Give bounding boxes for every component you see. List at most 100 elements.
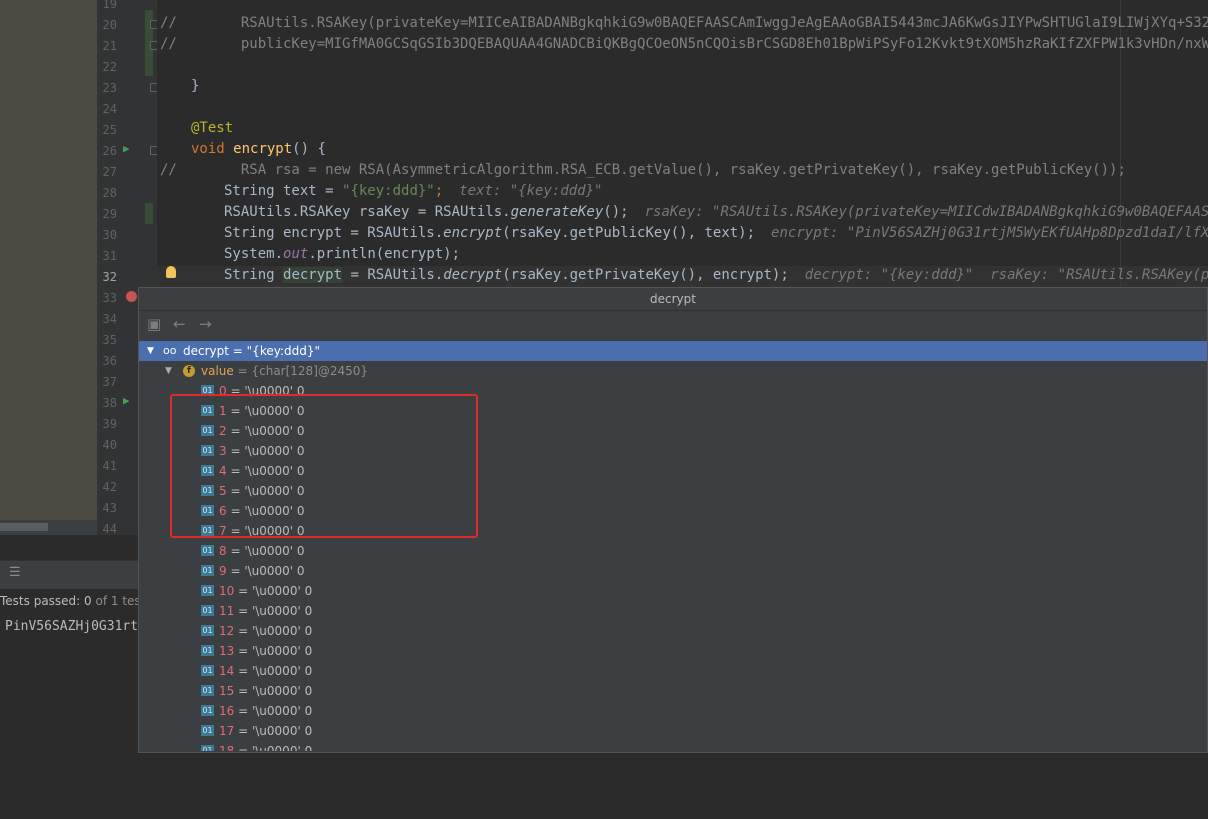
array-element-row[interactable]: 01 2 = '\u0000' 0 [139,421,1207,441]
code-line-29: RSAUtils.RSAKey rsaKey = RSAUtils.genera… [224,204,1208,220]
primitive-value-icon: 01 [201,565,214,576]
array-element-value: = '\u0000' 0 [226,524,305,538]
breakpoint-icon[interactable] [126,291,137,302]
forward-arrow-icon[interactable]: → [199,315,212,333]
back-arrow-icon[interactable]: ← [173,315,186,333]
horizontal-scrollbar[interactable] [0,523,48,531]
array-element-value: = '\u0000' 0 [234,704,313,718]
array-element-row[interactable]: 01 15 = '\u0000' 0 [139,681,1207,701]
line-number: 30 [102,228,117,242]
array-element-index: 5 [219,484,227,498]
tree-row-value[interactable]: ▼ f value = {char[128]@2450} [139,361,1207,381]
primitive-value-icon: 01 [201,645,214,656]
array-element-value: = '\u0000' 0 [226,564,305,578]
array-element-value: = '\u0000' 0 [226,504,305,518]
code-line-32: String decrypt = RSAUtils.decrypt(rsaKey… [224,267,1208,283]
code-line-23: } [191,78,200,94]
line-number: 27 [102,165,117,179]
array-element-row[interactable]: 01 5 = '\u0000' 0 [139,481,1207,501]
line-number: 20 [102,18,117,32]
navigate-icon[interactable]: ▣ [147,315,161,333]
change-marker[interactable] [145,203,153,224]
array-element-index: 13 [219,644,235,658]
settings-sliders-icon[interactable]: ☰ [9,565,21,580]
debug-inspect-popup[interactable]: decrypt ▣ ← → ▼ oo decrypt = "{key:ddd}"… [138,287,1208,753]
popup-toolbar: ▣ ← → [139,311,1207,339]
popup-title[interactable]: decrypt [139,288,1207,311]
array-element-row[interactable]: 01 8 = '\u0000' 0 [139,541,1207,561]
array-element-row[interactable]: 01 6 = '\u0000' 0 [139,501,1207,521]
array-element-row[interactable]: 01 11 = '\u0000' 0 [139,601,1207,621]
array-element-row[interactable]: 01 18 = '\u0000' 0 [139,741,1207,751]
array-element-value: = '\u0000' 0 [234,604,313,618]
primitive-value-icon: 01 [201,605,214,616]
primitive-value-icon: 01 [201,545,214,556]
expand-arrow-icon[interactable]: ▼ [165,361,172,381]
array-element-row[interactable]: 01 12 = '\u0000' 0 [139,621,1207,641]
primitive-value-icon: 01 [201,425,214,436]
array-element-label: 7 = '\u0000' 0 [219,521,305,541]
code-line-27: //RSA rsa = new RSA(AsymmetricAlgorithm.… [160,162,1126,178]
array-element-row[interactable]: 01 1 = '\u0000' 0 [139,401,1207,421]
array-element-label: 9 = '\u0000' 0 [219,561,305,581]
line-number: 21 [102,39,117,53]
array-element-row[interactable]: 01 14 = '\u0000' 0 [139,661,1207,681]
code-line-26: void encrypt() { [191,141,326,157]
array-element-label: 8 = '\u0000' 0 [219,541,305,561]
line-number: 32 [102,270,117,284]
array-element-row[interactable]: 01 13 = '\u0000' 0 [139,641,1207,661]
run-test-icon[interactable]: ▶ [123,142,130,155]
array-element-index: 15 [219,684,235,698]
array-element-row[interactable]: 01 9 = '\u0000' 0 [139,561,1207,581]
array-element-row[interactable]: 01 7 = '\u0000' 0 [139,521,1207,541]
array-element-label: 3 = '\u0000' 0 [219,441,305,461]
code-line-30: String encrypt = RSAUtils.encrypt(rsaKey… [224,225,1208,241]
array-element-index: 0 [219,384,227,398]
line-number: 23 [102,81,117,95]
run-test-icon[interactable]: ▶ [123,394,130,407]
array-element-index: 7 [219,524,227,538]
array-element-row[interactable]: 01 3 = '\u0000' 0 [139,441,1207,461]
array-element-value: = '\u0000' 0 [234,664,313,678]
array-element-row[interactable]: 01 17 = '\u0000' 0 [139,721,1207,741]
primitive-value-icon: 01 [201,405,214,416]
line-number: 19 [102,0,117,11]
variables-tree[interactable]: ▼ oo decrypt = "{key:ddd}" ▼ f value = {… [139,341,1207,751]
line-number: 38 [102,396,117,410]
watch-glasses-icon: oo [163,344,177,357]
array-element-index: 14 [219,664,235,678]
array-element-label: 4 = '\u0000' 0 [219,461,305,481]
array-element-label: 16 = '\u0000' 0 [219,701,312,721]
array-element-label: 5 = '\u0000' 0 [219,481,305,501]
array-element-label: 2 = '\u0000' 0 [219,421,305,441]
array-element-label: 6 = '\u0000' 0 [219,501,305,521]
array-element-row[interactable]: 01 4 = '\u0000' 0 [139,461,1207,481]
array-element-value: = '\u0000' 0 [226,384,305,398]
primitive-value-icon: 01 [201,385,214,396]
line-number: 41 [102,459,117,473]
array-element-index: 9 [219,564,227,578]
primitive-value-icon: 01 [201,725,214,736]
line-number: 35 [102,333,117,347]
tree-row-decrypt[interactable]: ▼ oo decrypt = "{key:ddd}" [139,341,1207,361]
array-element-index: 12 [219,624,235,638]
intention-bulb-icon[interactable] [166,266,176,278]
line-number: 28 [102,186,117,200]
line-number: 26 [102,144,117,158]
array-element-label: 10 = '\u0000' 0 [219,581,312,601]
expand-arrow-icon[interactable]: ▼ [147,341,154,361]
primitive-value-icon: 01 [201,685,214,696]
primitive-value-icon: 01 [201,525,214,536]
primitive-value-icon: 01 [201,485,214,496]
primitive-value-icon: 01 [201,445,214,456]
primitive-value-icon: 01 [201,705,214,716]
array-element-index: 6 [219,504,227,518]
array-element-row[interactable]: 01 0 = '\u0000' 0 [139,381,1207,401]
array-element-row[interactable]: 01 16 = '\u0000' 0 [139,701,1207,721]
line-number: 31 [102,249,117,263]
line-number: 37 [102,375,117,389]
array-element-index: 8 [219,544,227,558]
primitive-value-icon: 01 [201,585,214,596]
array-element-value: = '\u0000' 0 [226,424,305,438]
array-element-row[interactable]: 01 10 = '\u0000' 0 [139,581,1207,601]
